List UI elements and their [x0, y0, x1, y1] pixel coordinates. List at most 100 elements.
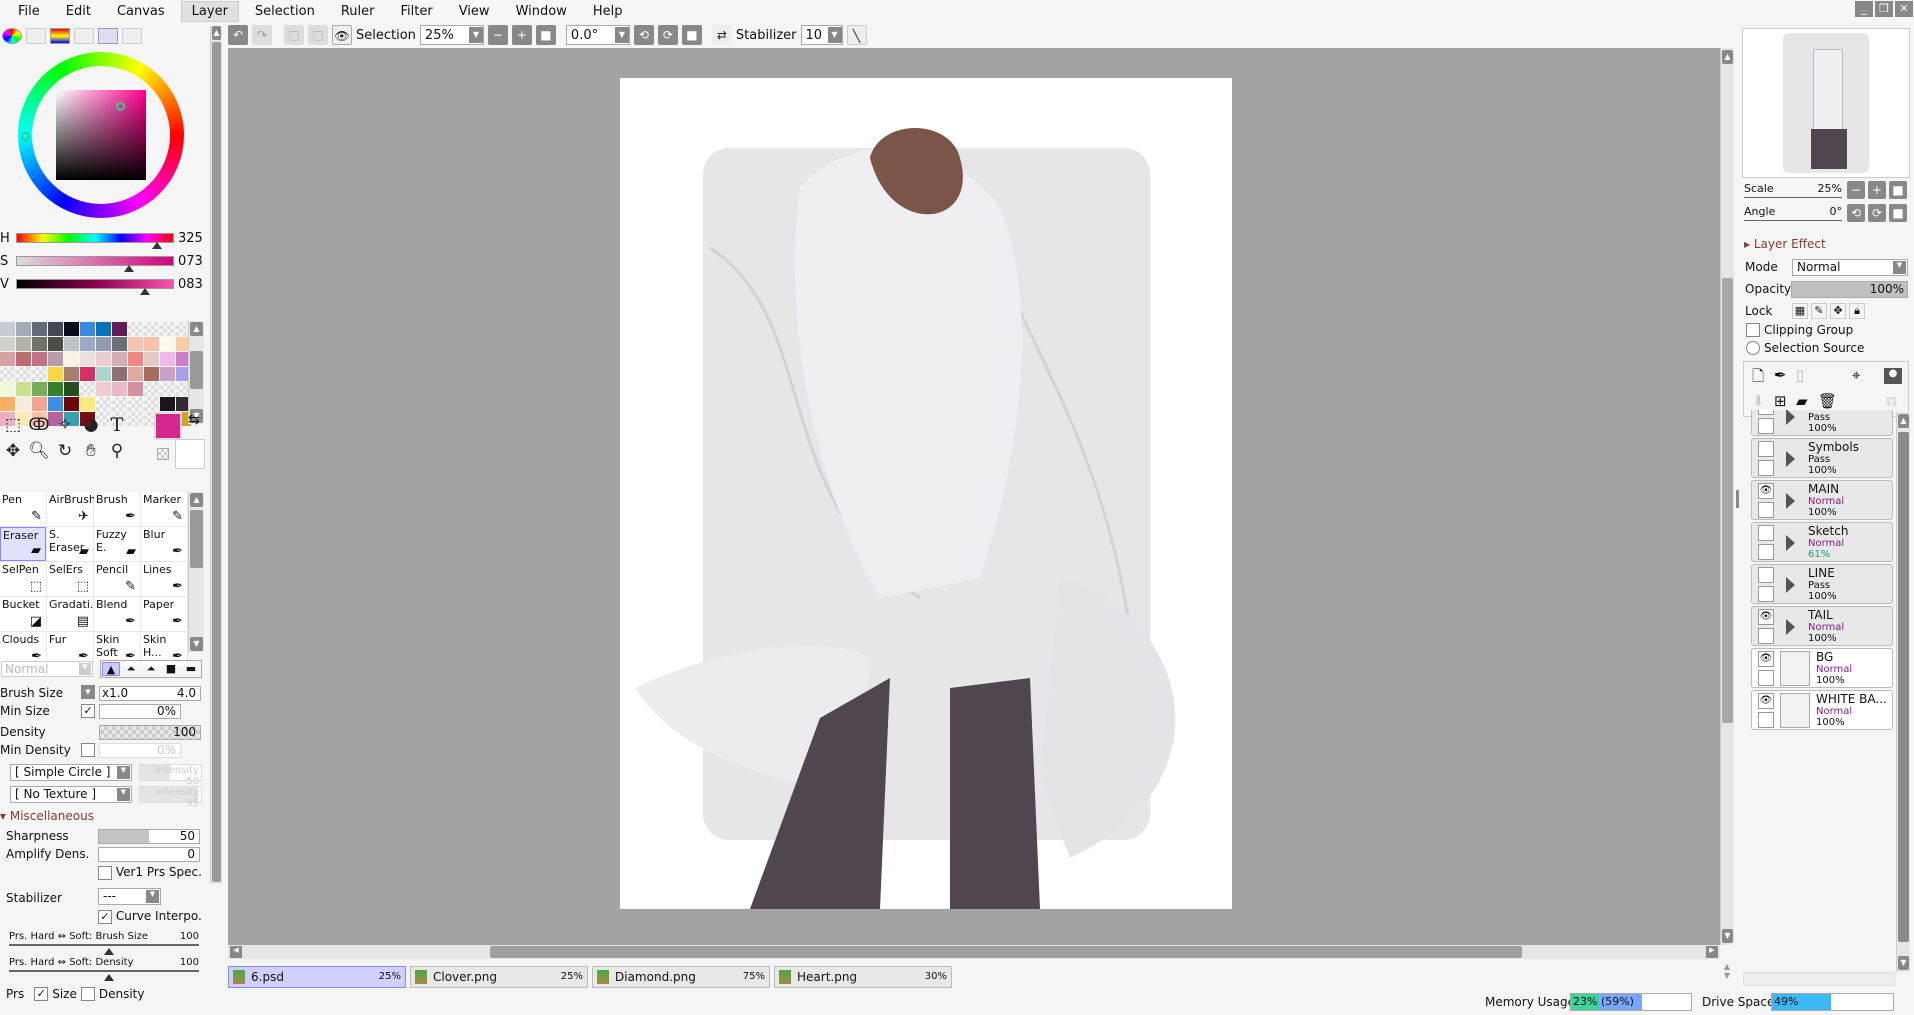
rotate-left-button[interactable]: ⟲ — [633, 25, 654, 45]
size-multiplier-dropdown[interactable]: ▼ — [81, 685, 95, 699]
amplify-density-field[interactable]: 0 — [98, 846, 200, 862]
color-swatch[interactable] — [16, 367, 31, 381]
color-swatch[interactable] — [144, 397, 159, 411]
color-swatch[interactable] — [48, 322, 63, 336]
scroll-up-icon[interactable]: ▲ — [190, 322, 203, 336]
color-swatch[interactable] — [112, 322, 127, 336]
layer-select-checkbox[interactable] — [1758, 418, 1774, 434]
menu-view[interactable]: View — [449, 2, 500, 21]
color-swatch[interactable] — [80, 352, 95, 366]
brush-fuzzy-e[interactable]: Fuzzy E. ▰ — [94, 527, 140, 561]
color-swatch[interactable] — [0, 397, 15, 411]
scroll-down-icon[interactable]: ▼ — [1722, 929, 1733, 943]
texture-intensity[interactable]: Intensity 95 — [139, 786, 202, 809]
min-size-checkbox[interactable]: ✓ — [81, 704, 95, 718]
scroll-up-icon[interactable]: ▲ — [212, 26, 221, 40]
color-swatch[interactable] — [80, 367, 95, 381]
brush-brush[interactable]: Brush ✒ — [94, 492, 140, 526]
color-swatch[interactable] — [16, 337, 31, 351]
redo-button[interactable]: ↷ — [252, 25, 272, 45]
straight-line-button[interactable]: ╲ — [846, 25, 867, 45]
zoom-out-button[interactable]: − — [487, 25, 508, 45]
primary-color-swatch[interactable] — [154, 412, 182, 440]
color-swatch[interactable] — [0, 352, 15, 366]
folder-expand-icon[interactable] — [1786, 619, 1795, 635]
color-swatch[interactable] — [144, 367, 159, 381]
menu-window[interactable]: Window — [506, 2, 577, 21]
layer-opacity-slider[interactable]: 100% — [1791, 281, 1908, 298]
miscellaneous-section[interactable]: ▾ Miscellaneous — [0, 809, 94, 823]
color-swatch[interactable] — [0, 337, 15, 351]
new-folder-icon[interactable]: ▯ — [1796, 366, 1804, 384]
scroll-down-icon[interactable]: ▼ — [190, 637, 203, 651]
canvas-document[interactable] — [620, 78, 1232, 909]
folder-expand-icon[interactable] — [1786, 577, 1795, 593]
color-mixer-tab[interactable] — [74, 28, 94, 44]
brush-marker[interactable]: Marker ✎ — [141, 492, 187, 526]
hsv-slider-tab[interactable] — [50, 28, 70, 44]
layer-item[interactable]: NumbersPass100% — [1751, 410, 1893, 436]
brush-shape-select[interactable]: [ Simple Circle ] ▼ — [10, 764, 132, 781]
layer-item[interactable]: Sketch Normal 61% — [1751, 522, 1893, 562]
color-swatch[interactable] — [128, 352, 143, 366]
layer-effect-section[interactable]: ▸ Layer Effect — [1744, 237, 1826, 251]
color-swatch[interactable] — [112, 382, 127, 396]
apply-layer-transform-icon[interactable]: ⌖ — [1852, 366, 1860, 384]
brush-shape-medium[interactable]: ⏶ — [122, 662, 140, 676]
color-swatch[interactable] — [160, 352, 175, 366]
layer-select-checkbox[interactable] — [1758, 586, 1774, 602]
layer-scroll-thumb[interactable] — [1898, 432, 1909, 942]
color-swatch[interactable] — [160, 337, 175, 351]
transparent-color-icon[interactable] — [157, 448, 169, 460]
color-swatch[interactable] — [128, 337, 143, 351]
brush-scrollbar[interactable]: ▲ ▼ — [188, 492, 204, 652]
menu-canvas[interactable]: Canvas — [107, 2, 175, 21]
color-swatch[interactable] — [128, 412, 143, 426]
brush-pen[interactable]: Pen ✎ — [0, 492, 46, 526]
hand-icon[interactable]: ✋︎ — [78, 438, 104, 464]
visibility-toggle[interactable] — [1758, 441, 1774, 457]
color-swatch[interactable] — [32, 397, 47, 411]
nav-zoom-out-button[interactable]: − — [1847, 181, 1865, 199]
selection-visibility-icon[interactable]: 👁 — [332, 25, 352, 45]
layer-select-checkbox[interactable] — [1758, 712, 1774, 728]
brush-paper[interactable]: Paper ✒ — [141, 597, 187, 631]
nav-angle-slider[interactable]: Angle 0° — [1744, 205, 1842, 221]
navigator-preview[interactable] — [1742, 28, 1910, 178]
brush-size-field[interactable]: x1.0 4.0 — [99, 685, 201, 701]
min-density-field[interactable]: 0% — [99, 742, 181, 758]
close-button[interactable]: ✕ — [1895, 1, 1913, 17]
brush-eraser[interactable]: Eraser ▰ — [0, 527, 46, 561]
swatches-tab[interactable] — [98, 28, 118, 44]
layer-item[interactable]: LINE Pass 100% — [1751, 564, 1893, 604]
menu-file[interactable]: File — [8, 2, 50, 21]
color-swatch[interactable] — [144, 337, 159, 351]
visibility-toggle[interactable] — [1758, 410, 1774, 415]
zoom-in-button[interactable]: + — [511, 25, 532, 45]
slider-handle[interactable] — [104, 948, 114, 955]
swatches-scrollbar[interactable]: ▲ ▼ — [188, 321, 204, 424]
color-swatch[interactable] — [48, 397, 63, 411]
prs-brush-size-slider[interactable]: Prs. Hard ⇔ Soft: Brush Size 100 — [9, 931, 199, 955]
density-field[interactable]: 100 — [99, 724, 201, 740]
canvas-vscroll-thumb[interactable] — [1722, 278, 1733, 723]
brush-shape-firm[interactable]: ⏶ — [142, 662, 160, 676]
layer-mask-icon[interactable]: ● — [1884, 368, 1902, 384]
visibility-toggle[interactable] — [1758, 525, 1774, 541]
magic-wand-icon[interactable]: ✧ — [52, 412, 78, 438]
menu-help[interactable]: Help — [583, 2, 633, 21]
brush-airbrush[interactable]: AirBrush ✈ — [47, 492, 96, 526]
saturation-value-square[interactable] — [56, 90, 146, 180]
zoom-tool-icon[interactable]: 🔍︎ — [26, 438, 52, 464]
color-swatch[interactable] — [96, 367, 111, 381]
scroll-down-icon[interactable]: ▼ — [1898, 956, 1909, 970]
scroll-up-icon[interactable]: ▲ — [1722, 50, 1733, 64]
color-swatch[interactable] — [112, 397, 127, 411]
scratchpad-tab[interactable] — [122, 28, 142, 44]
layer-item[interactable]: 👁 WHITE BA... Normal 100% — [1751, 690, 1893, 730]
curve-interpolation-checkbox[interactable]: ✓ — [98, 909, 112, 924]
color-swatch[interactable] — [48, 382, 63, 396]
deselect-button[interactable]: ⬚ — [284, 25, 304, 45]
saturation-slider[interactable]: S 073 — [0, 251, 210, 272]
folder-expand-icon[interactable] — [1786, 410, 1795, 425]
